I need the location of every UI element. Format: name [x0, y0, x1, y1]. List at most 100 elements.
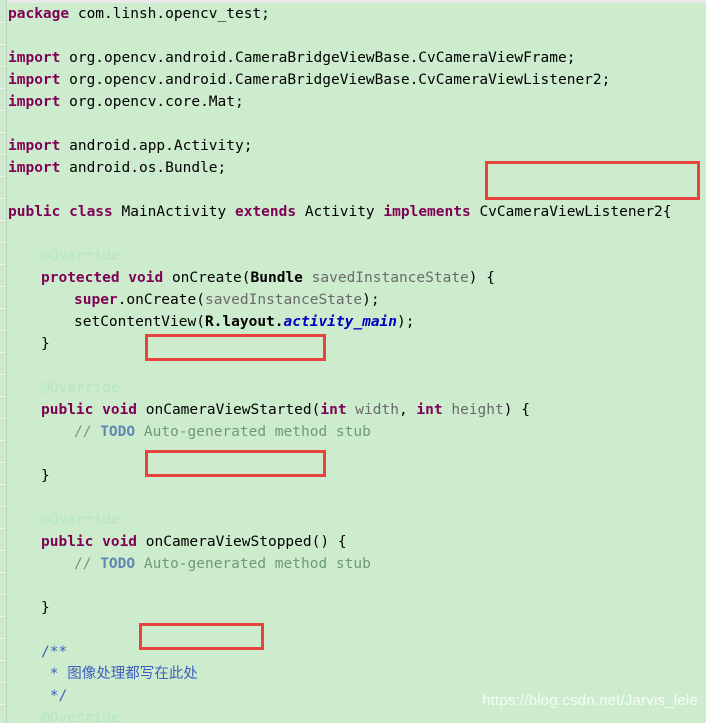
- code-line[interactable]: [8, 223, 17, 245]
- gutter-tick: [0, 286, 6, 287]
- code-token-anno: @Override: [41, 380, 120, 396]
- code-token-plain: }: [41, 600, 50, 616]
- code-token-kw: import: [8, 160, 61, 176]
- code-line[interactable]: [8, 487, 17, 509]
- code-token-doc: * 图像处理都写在此处: [41, 666, 198, 682]
- gutter-tick: [0, 66, 6, 67]
- code-line[interactable]: */: [41, 685, 67, 707]
- code-line[interactable]: import org.opencv.android.CameraBridgeVi…: [8, 69, 610, 91]
- gutter-tick: [0, 572, 6, 573]
- code-line[interactable]: @Override: [41, 245, 120, 267]
- code-token-kw: import: [8, 72, 61, 88]
- code-line[interactable]: @Override: [41, 377, 120, 399]
- code-token-plain: Activity: [296, 204, 384, 220]
- code-token-todo: TODO: [100, 556, 136, 572]
- gutter-tick: [0, 264, 6, 265]
- code-token-kw: public void: [41, 402, 138, 418]
- gutter-tick: [0, 638, 6, 639]
- code-line[interactable]: [8, 179, 17, 201]
- code-token-kw: public class: [8, 204, 113, 220]
- gutter-tick: [0, 132, 6, 133]
- code-token-field: activity_main: [283, 314, 398, 330]
- code-line[interactable]: import org.opencv.android.CameraBridgeVi…: [8, 47, 575, 69]
- code-line[interactable]: * 图像处理都写在此处: [41, 663, 198, 685]
- code-line[interactable]: @Override: [41, 509, 120, 531]
- gutter-tick: [0, 682, 6, 683]
- code-line[interactable]: [8, 619, 17, 641]
- code-token-anno: @Override: [41, 512, 120, 528]
- code-token-comment: Auto-generated method stub: [135, 424, 371, 440]
- code-token-kw: import: [8, 138, 61, 154]
- gutter-tick: [0, 242, 6, 243]
- code-line[interactable]: setContentView(R.layout.activity_main);: [74, 311, 415, 333]
- gutter-tick: [0, 440, 6, 441]
- gutter-tick: [0, 418, 6, 419]
- gutter-tick: [0, 22, 6, 23]
- gutter-tick: [0, 154, 6, 155]
- code-line[interactable]: import org.opencv.core.Mat;: [8, 91, 244, 113]
- code-token-type: R.layout.: [204, 314, 284, 330]
- code-line[interactable]: [8, 575, 17, 597]
- code-token-kw: public void: [41, 534, 138, 550]
- code-token-kw: protected void: [41, 270, 164, 286]
- code-token-todo: TODO: [100, 424, 136, 440]
- gutter-tick: [0, 176, 6, 177]
- code-line[interactable]: }: [41, 333, 50, 355]
- code-token-plain: ,: [398, 402, 417, 418]
- code-line[interactable]: }: [41, 597, 50, 619]
- code-line[interactable]: import android.os.Bundle;: [8, 157, 226, 179]
- code-token-param: savedInstanceState: [204, 292, 363, 308]
- gutter-tick: [0, 660, 6, 661]
- code-token-kw: super: [74, 292, 118, 308]
- code-line[interactable]: public void onCameraViewStopped() {: [41, 531, 347, 553]
- code-token-anno: @Override: [41, 248, 120, 264]
- code-line[interactable]: // TODO Auto-generated method stub: [74, 553, 371, 575]
- code-line[interactable]: import android.app.Activity;: [8, 135, 252, 157]
- code-token-comment: Auto-generated method stub: [135, 556, 371, 572]
- code-token-param: height: [442, 402, 504, 418]
- code-token-plain: com.linsh.opencv_test;: [69, 6, 270, 22]
- code-token-plain: MainActivity: [112, 204, 235, 220]
- gutter-tick: [0, 550, 6, 551]
- code-line[interactable]: super.onCreate(savedInstanceState);: [74, 289, 380, 311]
- code-token-type: Bundle: [250, 270, 303, 286]
- code-line[interactable]: public class MainActivity extends Activi…: [8, 201, 672, 223]
- code-token-plain: );: [397, 314, 415, 330]
- code-line[interactable]: [8, 113, 17, 135]
- gutter-tick: [0, 352, 6, 353]
- code-line[interactable]: package com.linsh.opencv_test;: [8, 3, 270, 25]
- code-token-kw: import: [8, 50, 61, 66]
- code-line[interactable]: public void onCameraViewStarted(int widt…: [41, 399, 530, 421]
- code-token-plain: onCameraViewStopped() {: [137, 534, 347, 550]
- gutter-tick: [0, 484, 6, 485]
- code-token-plain: ) {: [468, 270, 495, 286]
- editor-gutter[interactable]: [0, 0, 7, 723]
- gutter-tick: [0, 220, 6, 221]
- code-line[interactable]: @Override: [41, 707, 120, 723]
- code-token-kw: package: [8, 6, 70, 22]
- gutter-tick: [0, 308, 6, 309]
- code-token-plain: onCreate(: [163, 270, 251, 286]
- code-token-plain: setContentView(: [74, 314, 205, 330]
- code-token-anno: @Override: [41, 710, 120, 723]
- code-token-plain: android.os.Bundle;: [60, 160, 227, 176]
- code-line[interactable]: /**: [41, 641, 67, 663]
- gutter-tick: [0, 198, 6, 199]
- code-token-plain: }: [41, 336, 50, 352]
- gutter-tick: [0, 462, 6, 463]
- code-token-param: savedInstanceState: [302, 270, 469, 286]
- code-token-kw: import: [8, 94, 61, 110]
- code-line[interactable]: [8, 25, 17, 47]
- code-token-kw: int: [416, 402, 443, 418]
- code-line[interactable]: [8, 355, 17, 377]
- code-line[interactable]: // TODO Auto-generated method stub: [74, 421, 371, 443]
- code-line[interactable]: [8, 443, 17, 465]
- code-token-plain: onCameraViewStarted(: [137, 402, 321, 418]
- code-line[interactable]: protected void onCreate(Bundle savedInst…: [41, 267, 495, 289]
- code-token-plain: org.opencv.android.CameraBridgeViewBase.…: [60, 72, 611, 88]
- gutter-tick: [0, 594, 6, 595]
- code-line[interactable]: }: [41, 465, 50, 487]
- gutter-tick: [0, 396, 6, 397]
- code-area[interactable]: package com.linsh.opencv_test; import or…: [8, 0, 706, 723]
- code-token-comment: //: [74, 424, 101, 440]
